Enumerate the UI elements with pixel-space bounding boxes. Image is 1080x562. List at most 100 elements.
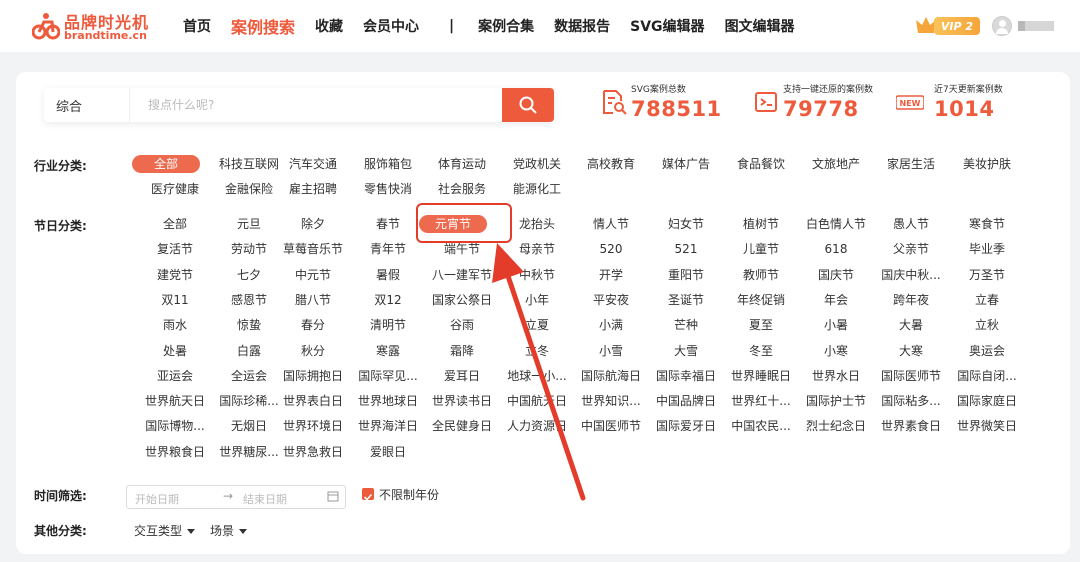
festival-tag[interactable]: 爱眼日 bbox=[351, 443, 425, 461]
vip-badge[interactable]: VIP 2 bbox=[914, 14, 982, 36]
festival-tag[interactable]: 暑假 bbox=[351, 266, 425, 284]
search-button[interactable] bbox=[502, 88, 554, 122]
start-date-input[interactable]: 开始日期 bbox=[135, 491, 179, 507]
festival-tag[interactable]: 毕业季 bbox=[950, 240, 1024, 258]
industry-tag[interactable]: 美妆护肤 bbox=[950, 155, 1024, 173]
festival-tag[interactable]: 中元节 bbox=[276, 266, 350, 284]
industry-tag[interactable]: 全部 bbox=[132, 155, 200, 173]
festival-tag[interactable]: 白色情人节 bbox=[799, 215, 873, 233]
festival-tag[interactable]: 小暑 bbox=[799, 316, 873, 334]
festival-tag[interactable]: 雨水 bbox=[138, 316, 212, 334]
festival-tag[interactable]: 妇女节 bbox=[649, 215, 723, 233]
festival-tag[interactable]: 国庆节 bbox=[799, 266, 873, 284]
festival-tag[interactable]: 国际爱牙日 bbox=[649, 417, 723, 435]
username-redacted[interactable] bbox=[1018, 21, 1054, 31]
industry-tag[interactable]: 汽车交通 bbox=[276, 155, 350, 173]
festival-tag[interactable]: 世界知识... bbox=[574, 392, 648, 410]
scene-dropdown[interactable]: 场景 bbox=[210, 522, 248, 539]
interaction-type-dropdown[interactable]: 交互类型 bbox=[134, 522, 196, 539]
brand-logo[interactable]: 品牌时光机 brandtime.cn bbox=[32, 8, 148, 44]
festival-tag[interactable]: 小满 bbox=[574, 316, 648, 334]
festival-tag[interactable]: 夏至 bbox=[724, 316, 798, 334]
festival-tag[interactable]: 白露 bbox=[212, 342, 286, 360]
industry-tag[interactable]: 党政机关 bbox=[500, 155, 574, 173]
festival-tag[interactable]: 世界水日 bbox=[799, 367, 873, 385]
nav-home[interactable]: 首页 bbox=[183, 16, 211, 36]
festival-tag[interactable]: 大寒 bbox=[874, 342, 948, 360]
festival-tag[interactable]: 母亲节 bbox=[500, 240, 574, 258]
festival-tag[interactable]: 国际珍稀... bbox=[212, 392, 286, 410]
festival-tag[interactable]: 年终促销 bbox=[724, 291, 798, 309]
festival-tag[interactable]: 芒种 bbox=[649, 316, 723, 334]
industry-tag[interactable]: 家居生活 bbox=[874, 155, 948, 173]
festival-tag[interactable]: 秋分 bbox=[276, 342, 350, 360]
industry-tag[interactable]: 服饰箱包 bbox=[351, 155, 425, 173]
festival-tag[interactable]: 万圣节 bbox=[950, 266, 1024, 284]
festival-tag[interactable]: 国际拥抱日 bbox=[276, 367, 350, 385]
festival-tag[interactable]: 全民健身日 bbox=[425, 417, 499, 435]
festival-tag[interactable]: 立春 bbox=[950, 291, 1024, 309]
festival-tag[interactable]: 中国航天日 bbox=[500, 392, 574, 410]
nav-member-center[interactable]: 会员中心 bbox=[363, 16, 419, 36]
festival-tag[interactable]: 冬至 bbox=[724, 342, 798, 360]
industry-tag[interactable]: 医疗健康 bbox=[138, 180, 212, 198]
nav-rich-editor[interactable]: 图文编辑器 bbox=[725, 16, 795, 36]
festival-tag[interactable]: 世界表白日 bbox=[276, 392, 350, 410]
festival-tag[interactable]: 世界急救日 bbox=[276, 443, 350, 461]
festival-tag[interactable]: 双12 bbox=[351, 291, 425, 309]
festival-tag[interactable]: 国际博物... bbox=[138, 417, 212, 435]
festival-tag[interactable]: 腊八节 bbox=[276, 291, 350, 309]
festival-tag[interactable]: 复活节 bbox=[138, 240, 212, 258]
festival-tag[interactable]: 建党节 bbox=[138, 266, 212, 284]
festival-tag[interactable]: 国际幸福日 bbox=[649, 367, 723, 385]
festival-tag[interactable]: 开学 bbox=[574, 266, 648, 284]
festival-tag[interactable]: 八一建军节 bbox=[425, 266, 499, 284]
festival-tag[interactable]: 谷雨 bbox=[425, 316, 499, 334]
festival-tag[interactable]: 年会 bbox=[799, 291, 873, 309]
industry-tag[interactable]: 科技互联网 bbox=[212, 155, 286, 173]
festival-tag[interactable]: 跨年夜 bbox=[874, 291, 948, 309]
festival-tag[interactable]: 青年节 bbox=[351, 240, 425, 258]
festival-tag[interactable]: 奥运会 bbox=[950, 342, 1024, 360]
festival-tag[interactable]: 七夕 bbox=[212, 266, 286, 284]
festival-tag[interactable]: 世界环境日 bbox=[276, 417, 350, 435]
festival-tag[interactable]: 重阳节 bbox=[649, 266, 723, 284]
nav-svg-editor[interactable]: SVG编辑器 bbox=[630, 16, 704, 36]
festival-tag[interactable]: 感恩节 bbox=[212, 291, 286, 309]
festival-tag[interactable]: 中秋节 bbox=[500, 266, 574, 284]
nav-collections[interactable]: 案例合集 bbox=[478, 16, 534, 36]
festival-tag[interactable]: 世界粮食日 bbox=[138, 443, 212, 461]
festival-tag[interactable]: 国庆中秋... bbox=[874, 266, 948, 284]
festival-tag[interactable]: 立冬 bbox=[500, 342, 574, 360]
festival-tag[interactable]: 520 bbox=[574, 240, 648, 258]
festival-tag[interactable]: 大雪 bbox=[649, 342, 723, 360]
festival-tag[interactable]: 处暑 bbox=[138, 342, 212, 360]
festival-tag[interactable]: 国际航海日 bbox=[574, 367, 648, 385]
industry-tag[interactable]: 食品餐饮 bbox=[724, 155, 798, 173]
festival-tag[interactable]: 小寒 bbox=[799, 342, 873, 360]
nav-data-reports[interactable]: 数据报告 bbox=[554, 16, 610, 36]
festival-tag[interactable]: 无烟日 bbox=[212, 417, 286, 435]
industry-tag[interactable]: 能源化工 bbox=[500, 180, 574, 198]
festival-tag[interactable]: 世界睡眠日 bbox=[724, 367, 798, 385]
industry-tag[interactable]: 金融保险 bbox=[212, 180, 286, 198]
festival-tag[interactable]: 父亲节 bbox=[874, 240, 948, 258]
festival-tag[interactable]: 国际医师节 bbox=[874, 367, 948, 385]
industry-tag[interactable]: 体育运动 bbox=[425, 155, 499, 173]
industry-tag[interactable]: 文旅地产 bbox=[799, 155, 873, 173]
festival-tag[interactable]: 清明节 bbox=[351, 316, 425, 334]
festival-tag[interactable]: 劳动节 bbox=[212, 240, 286, 258]
festival-tag[interactable]: 世界读书日 bbox=[425, 392, 499, 410]
search-type-select[interactable]: 综合 bbox=[44, 88, 130, 122]
festival-tag[interactable]: 儿童节 bbox=[724, 240, 798, 258]
festival-tag[interactable]: 国际罕见... bbox=[351, 367, 425, 385]
festival-tag[interactable]: 中国品牌日 bbox=[649, 392, 723, 410]
festival-tag[interactable]: 中国农民... bbox=[724, 417, 798, 435]
festival-tag[interactable]: 地球一小... bbox=[500, 367, 574, 385]
industry-tag[interactable]: 社会服务 bbox=[425, 180, 499, 198]
festival-tag[interactable]: 圣诞节 bbox=[649, 291, 723, 309]
festival-tag[interactable]: 平安夜 bbox=[574, 291, 648, 309]
festival-tag[interactable]: 元旦 bbox=[212, 215, 286, 233]
festival-tag[interactable]: 世界红十... bbox=[724, 392, 798, 410]
festival-tag[interactable]: 小年 bbox=[500, 291, 574, 309]
